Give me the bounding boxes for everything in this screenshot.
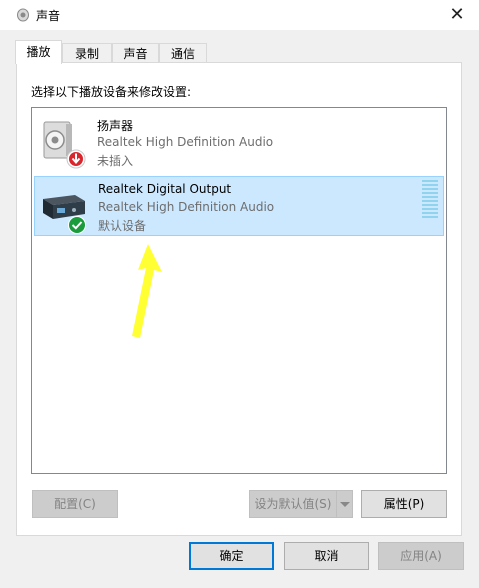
properties-button[interactable]: 属性(P) (361, 490, 447, 518)
window-title: 声音 (36, 9, 61, 23)
default-check-badge-icon (68, 216, 86, 234)
volume-level-meter (422, 180, 438, 220)
tab-playback[interactable]: 播放 (15, 40, 62, 64)
set-default-button[interactable]: 设为默认值(S) (249, 490, 353, 518)
device-name: 扬声器 (97, 119, 134, 133)
instruction-text: 选择以下播放设备来修改设置: (31, 85, 192, 99)
cancel-button[interactable]: 取消 (284, 542, 369, 570)
device-name: Realtek Digital Output (98, 182, 232, 196)
tab-recording[interactable]: 录制 (62, 43, 112, 63)
configure-button[interactable]: 配置(C) (32, 490, 118, 518)
playback-panel: 选择以下播放设备来修改设置: 扬声器 Realtek High Definiti… (16, 62, 462, 536)
title-bar: 声音 ✕ (0, 0, 479, 30)
device-driver: Realtek High Definition Audio (98, 200, 275, 214)
close-button[interactable]: ✕ (443, 3, 471, 27)
sound-dialog: 声音 ✕ 播放 录制 声音 通信 选择以下播放设备来修改设置: 扬声器 Real… (0, 0, 479, 588)
apply-button[interactable]: 应用(A) (378, 542, 464, 570)
chevron-down-icon[interactable] (336, 491, 352, 517)
device-item-speaker[interactable]: 扬声器 Realtek High Definition Audio 未插入 (34, 112, 444, 172)
annotation-arrow (132, 244, 162, 338)
ok-button[interactable]: 确定 (189, 542, 274, 570)
device-list: 扬声器 Realtek High Definition Audio 未插入 Re… (31, 107, 447, 474)
unplugged-badge-icon (66, 149, 86, 169)
set-default-label: 设为默认值(S) (254, 497, 332, 511)
tab-communications[interactable]: 通信 (159, 43, 207, 63)
sound-app-icon (17, 8, 29, 22)
device-driver: Realtek High Definition Audio (97, 135, 274, 149)
tab-sounds[interactable]: 声音 (112, 43, 159, 63)
device-item-digital-output[interactable]: Realtek Digital Output Realtek High Defi… (34, 176, 444, 236)
device-status: 未插入 (97, 154, 134, 168)
